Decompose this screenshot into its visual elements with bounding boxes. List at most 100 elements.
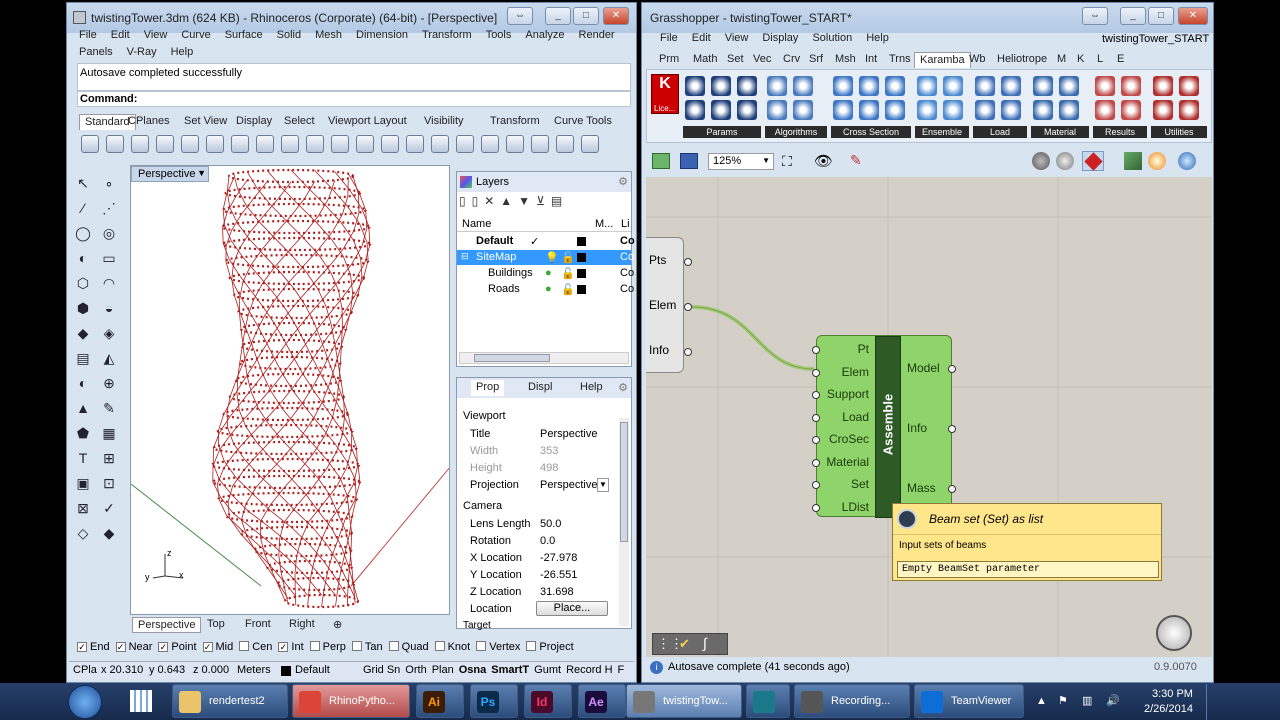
tool-icon[interactable]: ⊠ bbox=[73, 498, 93, 518]
viewport-tab[interactable]: Perspective bbox=[132, 617, 202, 633]
perspective-viewport[interactable]: Perspective ▼ z y x bbox=[130, 165, 450, 615]
osnap-checkbox[interactable] bbox=[434, 641, 445, 651]
menu-item[interactable]: Help bbox=[171, 46, 194, 58]
cut-icon[interactable] bbox=[206, 135, 224, 153]
toolbar-tab[interactable]: Set View bbox=[179, 114, 232, 130]
status-toggle[interactable]: SmartT bbox=[491, 664, 529, 676]
karamba-tool-icon[interactable] bbox=[943, 76, 963, 96]
tab-properties[interactable]: Prop bbox=[471, 380, 505, 396]
tool-icon[interactable]: ⬟ bbox=[73, 423, 93, 443]
karamba-tool-icon[interactable] bbox=[1033, 76, 1053, 96]
output-port[interactable] bbox=[948, 365, 956, 373]
tool-icon[interactable]: ▤ bbox=[73, 348, 93, 368]
osnap-checkbox[interactable]: ✓ bbox=[115, 642, 126, 652]
karamba-tool-icon[interactable] bbox=[885, 76, 905, 96]
save-icon[interactable] bbox=[131, 135, 149, 153]
gh-tab[interactable]: M bbox=[1052, 52, 1071, 68]
tool-icon[interactable]: ⊡ bbox=[99, 473, 119, 493]
karamba-tool-icon[interactable] bbox=[1059, 100, 1079, 120]
tool-icon[interactable]: ◐ bbox=[73, 373, 93, 393]
karamba-tool-icon[interactable] bbox=[1153, 76, 1173, 96]
layers-settings-icon[interactable]: ⚙ bbox=[618, 175, 628, 188]
menu-item[interactable]: Display bbox=[762, 32, 798, 44]
car-icon[interactable] bbox=[481, 135, 499, 153]
osnap-checkbox[interactable] bbox=[239, 641, 250, 651]
karamba-tool-icon[interactable] bbox=[737, 76, 757, 96]
karamba-tool-icon[interactable] bbox=[917, 76, 937, 96]
tool-icon[interactable]: ⊞ bbox=[99, 448, 119, 468]
karamba-tool-icon[interactable] bbox=[885, 100, 905, 120]
gh-tab[interactable]: L bbox=[1092, 52, 1108, 68]
projection-select[interactable]: Perspective bbox=[540, 479, 597, 491]
tool-icon[interactable]: ◠ bbox=[99, 273, 119, 293]
more-icon[interactable] bbox=[581, 135, 599, 153]
toolbar-tab[interactable]: Select bbox=[279, 114, 320, 130]
show-desktop-icon[interactable] bbox=[130, 690, 152, 712]
props-scrollbar[interactable] bbox=[619, 418, 629, 626]
ribbon-group-label[interactable]: Material bbox=[1031, 126, 1089, 138]
display-settings-icon[interactable] bbox=[1124, 152, 1142, 170]
karamba-tool-icon[interactable] bbox=[793, 100, 813, 120]
pan-icon[interactable] bbox=[306, 135, 324, 153]
karamba-tool-icon[interactable] bbox=[1179, 76, 1199, 96]
preview-shaded-icon[interactable] bbox=[1056, 152, 1074, 170]
toolbar-tab[interactable]: Curve Tools bbox=[549, 114, 617, 130]
gh-tab[interactable]: Wb bbox=[964, 52, 991, 68]
new-icon[interactable] bbox=[81, 135, 99, 153]
gh-tab[interactable]: Prm bbox=[654, 52, 684, 68]
menu-item[interactable]: Edit bbox=[111, 29, 130, 41]
undo-icon[interactable] bbox=[281, 135, 299, 153]
delete-layer-icon[interactable]: ✕ bbox=[484, 194, 500, 208]
karamba-tool-icon[interactable] bbox=[767, 76, 787, 96]
menu-item[interactable]: File bbox=[79, 29, 97, 41]
osnap-checkbox[interactable]: ✓ bbox=[202, 642, 213, 652]
input-port[interactable] bbox=[812, 413, 820, 422]
tab-help[interactable]: Help bbox=[575, 380, 608, 396]
osnap-option[interactable]: ✓ Int bbox=[278, 641, 304, 653]
karamba-tool-icon[interactable] bbox=[1095, 100, 1115, 120]
visibility-bulb-icon[interactable]: ● bbox=[545, 267, 552, 279]
osnap-checkbox[interactable] bbox=[351, 641, 362, 651]
karamba-tool-icon[interactable] bbox=[975, 76, 995, 96]
osnap-option[interactable]: Tan bbox=[351, 641, 383, 653]
menu-item[interactable]: Panels bbox=[79, 46, 113, 58]
flag-icon[interactable]: ⚑ bbox=[1058, 694, 1068, 707]
karamba-tool-icon[interactable] bbox=[685, 100, 705, 120]
close-button[interactable]: ✕ bbox=[1178, 7, 1208, 25]
tool-icon[interactable]: ◎ bbox=[99, 223, 119, 243]
paste-icon[interactable] bbox=[256, 135, 274, 153]
move-down-icon[interactable]: ▼ bbox=[518, 194, 536, 208]
osnap-checkbox[interactable]: ✓ bbox=[77, 642, 87, 652]
tool-icon[interactable]: ✎ bbox=[99, 398, 119, 418]
output-port[interactable] bbox=[948, 485, 956, 493]
restore-down-button[interactable]: ⇔ bbox=[1082, 7, 1108, 25]
network-icon[interactable]: ▥ bbox=[1082, 694, 1092, 707]
toolbar-tab[interactable]: CPlanes bbox=[123, 114, 175, 130]
expand-icon[interactable]: ⊟ bbox=[461, 251, 469, 262]
scroll-thumb[interactable] bbox=[620, 422, 628, 542]
taskbar-button[interactable]: TeamViewer bbox=[914, 684, 1024, 718]
status-toggle[interactable]: Orth bbox=[405, 664, 426, 676]
tray-date[interactable]: 2/26/2014 bbox=[1144, 703, 1193, 715]
input-port[interactable] bbox=[812, 503, 820, 512]
visibility-bulb-icon[interactable]: ● bbox=[545, 283, 552, 295]
karamba-tool-icon[interactable] bbox=[737, 100, 757, 120]
gh-tab[interactable]: E bbox=[1112, 52, 1129, 68]
properties-settings-icon[interactable]: ⚙ bbox=[618, 381, 628, 394]
assemble-component[interactable]: Assemble Pt Elem Support Load CroSec Material… bbox=[812, 335, 956, 518]
grid-icon[interactable] bbox=[456, 135, 474, 153]
ribbon-group-label[interactable]: Ensemble bbox=[915, 126, 969, 138]
osnap-option[interactable]: Perp bbox=[309, 641, 346, 653]
tool-icon[interactable]: ⬢ bbox=[73, 298, 93, 318]
menu-item[interactable]: Surface bbox=[225, 29, 263, 41]
zoom-icon[interactable] bbox=[356, 135, 374, 153]
gh-tab[interactable]: Int bbox=[860, 52, 882, 68]
component-output-label[interactable]: Model bbox=[907, 361, 940, 375]
viewport-tab[interactable]: Right bbox=[284, 617, 320, 633]
license-button[interactable]: K Lice... bbox=[651, 74, 679, 114]
zoom-extents-icon[interactable] bbox=[406, 135, 424, 153]
status-layer[interactable]: Default bbox=[295, 664, 330, 676]
prop-value[interactable]: -26.551 bbox=[540, 569, 577, 581]
gh-tab[interactable]: Vec bbox=[748, 52, 776, 68]
osnap-option[interactable]: Vertex bbox=[476, 641, 520, 653]
